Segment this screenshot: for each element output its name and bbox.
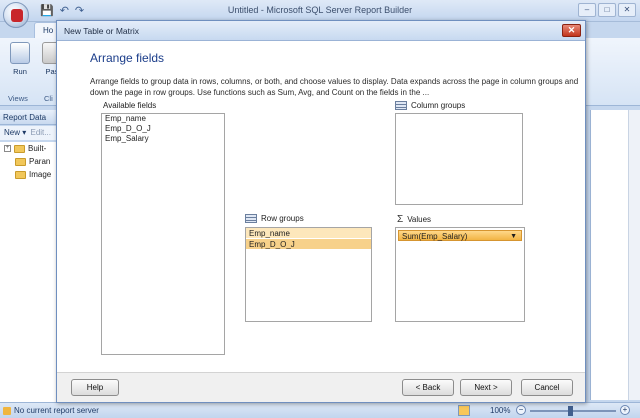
available-field-item[interactable]: Emp_name — [102, 114, 224, 124]
column-groups-label: Column groups — [395, 101, 465, 110]
next-button[interactable]: Next > — [460, 379, 512, 396]
values-list[interactable]: Sum(Emp_Salary) ▼ — [395, 227, 525, 322]
design-surface — [590, 110, 640, 400]
tree-item-label: Image — [29, 170, 52, 179]
values-label-text: Values — [407, 215, 432, 224]
warning-icon — [3, 407, 11, 415]
dialog-title-bar: New Table or Matrix ✕ — [57, 21, 585, 41]
fit-page-icon[interactable] — [458, 405, 470, 416]
value-item-label: Sum(Emp_Salary) — [402, 232, 468, 241]
values-label: Σ Values — [397, 214, 431, 225]
row-groups-icon — [245, 214, 257, 223]
minimize-button[interactable]: – — [578, 3, 596, 17]
close-button[interactable]: ✕ — [618, 3, 636, 17]
report-data-tree: + Built- Paran Image — [0, 142, 58, 402]
dialog-close-button[interactable]: ✕ — [562, 24, 581, 37]
column-groups-label-text: Column groups — [411, 101, 466, 110]
row-groups-label: Row groups — [245, 214, 304, 223]
folder-icon — [15, 157, 26, 166]
tree-item-label: Paran — [29, 157, 51, 166]
expand-icon[interactable]: + — [4, 145, 11, 152]
app-title-bar: 💾 ↶ ↷ Untitled - Microsoft SQL Server Re… — [0, 0, 640, 22]
back-button[interactable]: < Back — [402, 379, 454, 396]
report-builder-logo-icon[interactable] — [3, 2, 29, 28]
folder-icon — [15, 170, 26, 179]
report-data-toolbar: New ▾ Edit... — [0, 126, 58, 140]
zoom-out-button[interactable]: − — [516, 405, 526, 415]
tree-item-parameters[interactable]: Paran — [0, 155, 57, 168]
dialog-title: New Table or Matrix — [64, 26, 139, 36]
sigma-icon: Σ — [397, 214, 404, 225]
row-group-item[interactable]: Emp_name — [246, 228, 371, 239]
vertical-scrollbar[interactable] — [628, 110, 640, 400]
available-field-item[interactable]: Emp_Salary — [102, 134, 224, 144]
column-groups-icon — [395, 101, 407, 110]
zoom-in-button[interactable]: + — [620, 405, 630, 415]
group-clipboard-label: Cli — [44, 94, 53, 103]
zoom-slider-thumb[interactable] — [568, 406, 573, 416]
new-table-matrix-dialog: New Table or Matrix ✕ Arrange fields Arr… — [56, 20, 586, 403]
status-text: No current report server — [14, 406, 99, 415]
window-controls: – □ ✕ — [578, 3, 636, 17]
maximize-button[interactable]: □ — [598, 3, 616, 17]
dropdown-arrow-icon[interactable]: ▼ — [510, 231, 517, 242]
group-views-label: Views — [8, 94, 28, 103]
tree-item-images[interactable]: Image — [0, 168, 57, 181]
status-bar: No current report server 100% − + — [0, 402, 640, 418]
tree-item-built-in-fields[interactable]: + Built- — [0, 142, 57, 155]
available-field-item[interactable]: Emp_D_O_J — [102, 124, 224, 134]
zoom-level: 100% — [490, 406, 511, 415]
cancel-button[interactable]: Cancel — [521, 379, 573, 396]
new-menu[interactable]: New ▾ — [4, 128, 26, 137]
column-groups-list[interactable] — [395, 113, 523, 205]
value-item[interactable]: Sum(Emp_Salary) ▼ — [398, 230, 522, 241]
available-fields-label: Available fields — [103, 101, 157, 110]
page-title: Arrange fields — [90, 51, 165, 65]
app-title: Untitled - Microsoft SQL Server Report B… — [227, 5, 413, 15]
folder-icon — [14, 144, 25, 153]
row-group-item[interactable]: Emp_D_O_J — [246, 239, 371, 250]
row-groups-list[interactable]: Emp_name Emp_D_O_J — [245, 227, 372, 322]
run-button[interactable]: Run — [6, 42, 34, 76]
run-label: Run — [13, 67, 27, 76]
row-groups-label-text: Row groups — [261, 214, 304, 223]
tree-item-label: Built- — [28, 144, 47, 153]
report-data-header: Report Data — [0, 110, 58, 125]
zoom-slider-track[interactable] — [530, 410, 616, 412]
edit-button[interactable]: Edit... — [30, 128, 50, 137]
dialog-footer: Help < Back Next > Cancel — [57, 372, 585, 402]
run-icon — [10, 42, 30, 64]
available-fields-list[interactable]: Emp_name Emp_D_O_J Emp_Salary — [101, 113, 225, 355]
help-button[interactable]: Help — [71, 379, 119, 396]
page-description: Arrange fields to group data in rows, co… — [90, 77, 579, 97]
